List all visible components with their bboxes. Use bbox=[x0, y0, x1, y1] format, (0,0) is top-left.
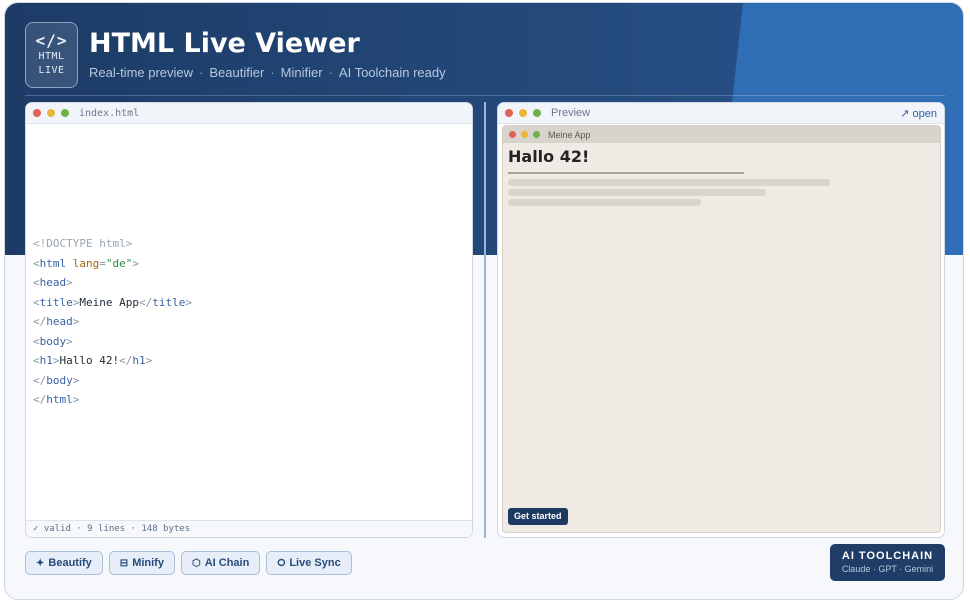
close-dot-icon[interactable] bbox=[33, 109, 41, 117]
preview-titlebar: Preview ↗ open bbox=[498, 103, 944, 124]
subtitle-separator: · bbox=[328, 65, 333, 80]
preview-panel: Preview ↗ open Meine App Hallo 42! Get s… bbox=[497, 102, 945, 538]
ai-toolchain-models: Claude · GPT · Gemini bbox=[841, 564, 934, 574]
close-dot-icon[interactable] bbox=[505, 109, 513, 117]
minify-label: Minify bbox=[132, 557, 164, 569]
preview-heading-rule bbox=[508, 172, 744, 174]
subtitle-item: AI Toolchain ready bbox=[338, 65, 446, 80]
code-editor[interactable]: <!DOCTYPE html> <html lang="de"> <head> … bbox=[26, 124, 472, 410]
ai-chain-label: AI Chain bbox=[204, 557, 250, 569]
subtitle-item: Real-time preview bbox=[89, 65, 194, 80]
hero-divider bbox=[25, 95, 945, 96]
maximize-dot-icon bbox=[533, 131, 540, 138]
editor-filename: index.html bbox=[79, 107, 140, 119]
code-brackets-icon: </> bbox=[35, 31, 68, 50]
logo-line-1: HTML bbox=[38, 51, 65, 62]
ai-toolchain-badge[interactable]: AI TOOLCHAIN Claude · GPT · Gemini bbox=[830, 544, 945, 581]
logo-badge: </> HTML LIVE bbox=[25, 22, 78, 88]
maximize-dot-icon[interactable] bbox=[61, 109, 69, 117]
preview-frame-bar: Meine App bbox=[503, 126, 940, 143]
skeleton-line bbox=[508, 189, 766, 196]
subtitle-item: Beautifier bbox=[209, 65, 265, 80]
minify-button[interactable]: ⊟ Minify bbox=[108, 551, 175, 575]
open-link[interactable]: ↗ open bbox=[900, 107, 937, 120]
sparkle-icon: ✦ bbox=[36, 557, 45, 569]
subtitle-separator: · bbox=[199, 65, 204, 80]
action-toolbar: ✦ Beautify ⊟ Minify ⬡ AI Chain ⭘ Live Sy… bbox=[25, 551, 352, 575]
skeleton-line bbox=[508, 179, 830, 186]
logo-line-2: LIVE bbox=[38, 65, 65, 76]
maximize-dot-icon[interactable] bbox=[533, 109, 541, 117]
beautify-label: Beautify bbox=[48, 557, 92, 569]
editor-statusbar: ✓ valid · 9 lines · 148 bytes bbox=[26, 520, 472, 537]
ai-chain-button[interactable]: ⬡ AI Chain bbox=[180, 551, 261, 575]
panel-divider[interactable] bbox=[484, 102, 486, 538]
minimize-dot-icon bbox=[521, 131, 528, 138]
minus-box-icon: ⊟ bbox=[119, 557, 129, 569]
preview-page-title: Meine App bbox=[548, 129, 591, 140]
preview-frame: Meine App Hallo 42! Get started bbox=[502, 125, 941, 533]
subtitle-separator: · bbox=[270, 65, 275, 80]
preview-heading: Hallo 42! bbox=[508, 147, 590, 166]
editor-titlebar: index.html bbox=[26, 103, 472, 124]
minimize-dot-icon[interactable] bbox=[519, 109, 527, 117]
live-sync-button[interactable]: ⭘ Live Sync bbox=[266, 551, 352, 575]
close-dot-icon bbox=[509, 131, 516, 138]
skeleton-line bbox=[508, 199, 701, 206]
app-title: HTML Live Viewer bbox=[89, 28, 360, 59]
hexagon-icon: ⬡ bbox=[191, 557, 201, 569]
beautify-button[interactable]: ✦ Beautify bbox=[25, 551, 103, 575]
app-subtitle: Real-time preview · Beautifier · Minifier · AI… bbox=[89, 65, 446, 80]
get-started-button[interactable]: Get started bbox=[508, 508, 568, 525]
live-sync-label: Live Sync bbox=[289, 557, 341, 569]
editor-panel: index.html <!DOCTYPE html> <html lang="d… bbox=[25, 102, 473, 538]
app-card: </> HTML LIVE HTML Live Viewer Real-time… bbox=[4, 2, 964, 600]
sync-icon: ⭘ bbox=[277, 557, 286, 569]
ai-toolchain-title: AI TOOLCHAIN bbox=[841, 550, 934, 562]
subtitle-item: Minifier bbox=[280, 65, 323, 80]
minimize-dot-icon[interactable] bbox=[47, 109, 55, 117]
preview-label: Preview bbox=[551, 107, 591, 119]
